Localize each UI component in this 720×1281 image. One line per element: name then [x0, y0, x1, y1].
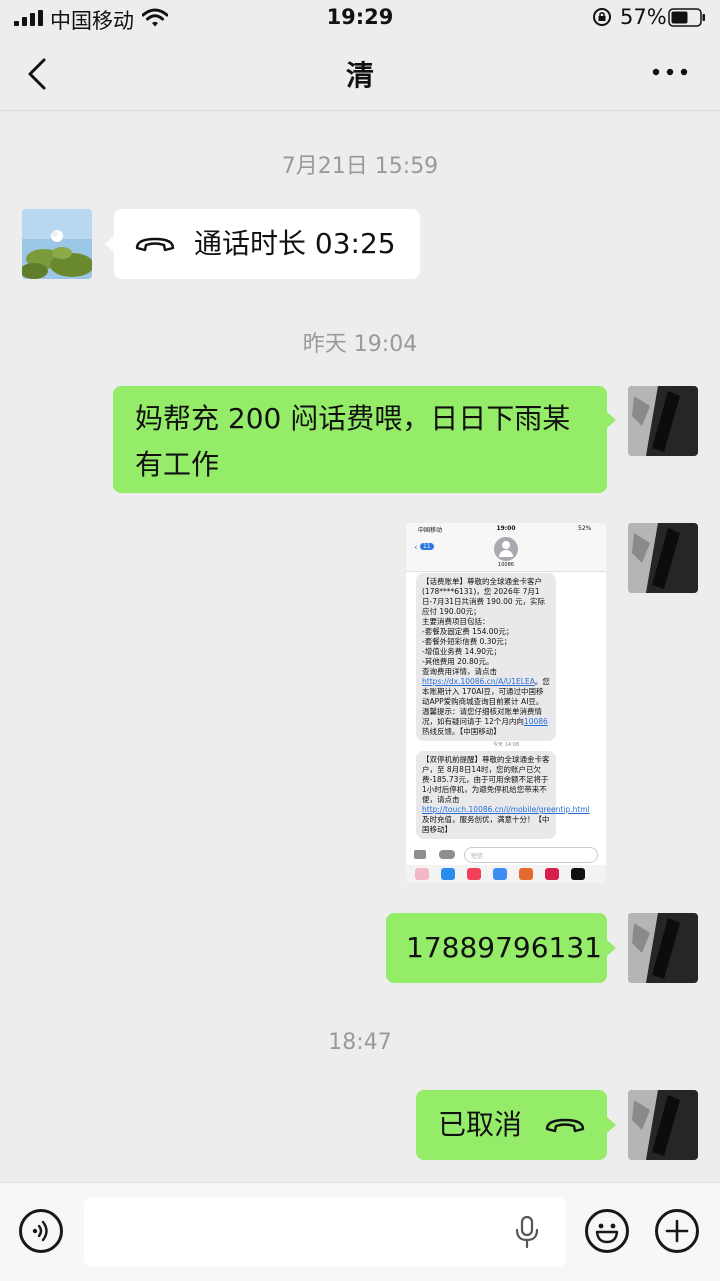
my-avatar[interactable] — [628, 913, 698, 983]
outgoing-text-bubble[interactable]: 17889796131 — [386, 913, 607, 983]
message-input[interactable] — [84, 1197, 566, 1267]
shot-input-row: 短信 — [406, 845, 606, 865]
call-status-text: 已取消 — [438, 1108, 523, 1141]
my-avatar[interactable] — [628, 1090, 698, 1160]
message-text: 17889796131 — [406, 931, 602, 964]
call-duration-text: 通话时长 03:25 — [194, 227, 396, 260]
timestamp: 7月21日 15:59 — [281, 154, 439, 179]
message-text: 妈帮充 200 闷话费喂，日日下雨某有工作 — [135, 402, 571, 481]
bubble-tail — [607, 940, 616, 956]
shot-camera-icon — [414, 850, 426, 859]
user-photo-icon — [628, 913, 698, 983]
timestamp: 18:47 — [328, 1030, 392, 1055]
shot-contact-avatar-icon — [494, 537, 518, 561]
outgoing-text-bubble[interactable]: 妈帮充 200 闷话费喂，日日下雨某有工作 — [113, 386, 607, 493]
call-record-bubble[interactable]: 已取消 — [416, 1090, 607, 1160]
shot-sms-bill: 【话费账单】尊敬的全球通金卡客户 (178****6131)，您 2026年 7… — [416, 573, 556, 741]
shot-status-bar: 中国移动 19:00 52% — [406, 523, 606, 535]
status-bar: 中国移动 19:29 57% — [0, 0, 720, 36]
bubble-tail — [607, 412, 616, 428]
status-time: 19:29 — [326, 5, 394, 29]
chat-header: 清 — [0, 36, 720, 111]
flower-photo-icon — [22, 209, 92, 279]
input-bar — [0, 1182, 720, 1281]
bubble-tail — [105, 236, 114, 252]
add-attachment-icon[interactable] — [655, 1209, 699, 1253]
user-photo-icon — [628, 523, 698, 593]
more-options-icon[interactable] — [650, 62, 690, 82]
voice-mode-icon[interactable] — [19, 1209, 63, 1253]
battery-icon — [668, 8, 705, 27]
shot-header: ‹ 11 10086 — [406, 535, 606, 572]
my-avatar[interactable] — [628, 523, 698, 593]
user-photo-icon — [628, 386, 698, 456]
sent-image[interactable]: 中国移动 19:00 52% ‹ 11 10086 【话费账单】尊敬的全球通金卡… — [406, 523, 606, 883]
bubble-tail — [607, 1117, 616, 1133]
battery-percent: 57% — [620, 5, 667, 29]
call-record-bubble[interactable]: 通话时长 03:25 — [114, 209, 420, 279]
shot-sms-reminder: 【双停机前提醒】尊敬的全球通金卡客户，至 8月8日14时，您的账户已欠费-185… — [416, 751, 590, 839]
shot-back-icon: ‹ — [414, 543, 418, 553]
contact-avatar[interactable] — [22, 209, 92, 279]
shot-app-tray — [406, 865, 606, 883]
emoji-icon[interactable] — [585, 1209, 629, 1253]
shot-apps-icon — [439, 850, 455, 859]
rotation-lock-icon — [593, 8, 611, 26]
phone-hangup-icon — [545, 1118, 585, 1133]
chat-title: 清 — [345, 59, 374, 92]
phone-hangup-icon — [135, 237, 175, 252]
my-avatar[interactable] — [628, 386, 698, 456]
user-photo-icon — [628, 1090, 698, 1160]
microphone-icon[interactable] — [514, 1215, 540, 1249]
timestamp: 昨天 19:04 — [302, 332, 418, 357]
